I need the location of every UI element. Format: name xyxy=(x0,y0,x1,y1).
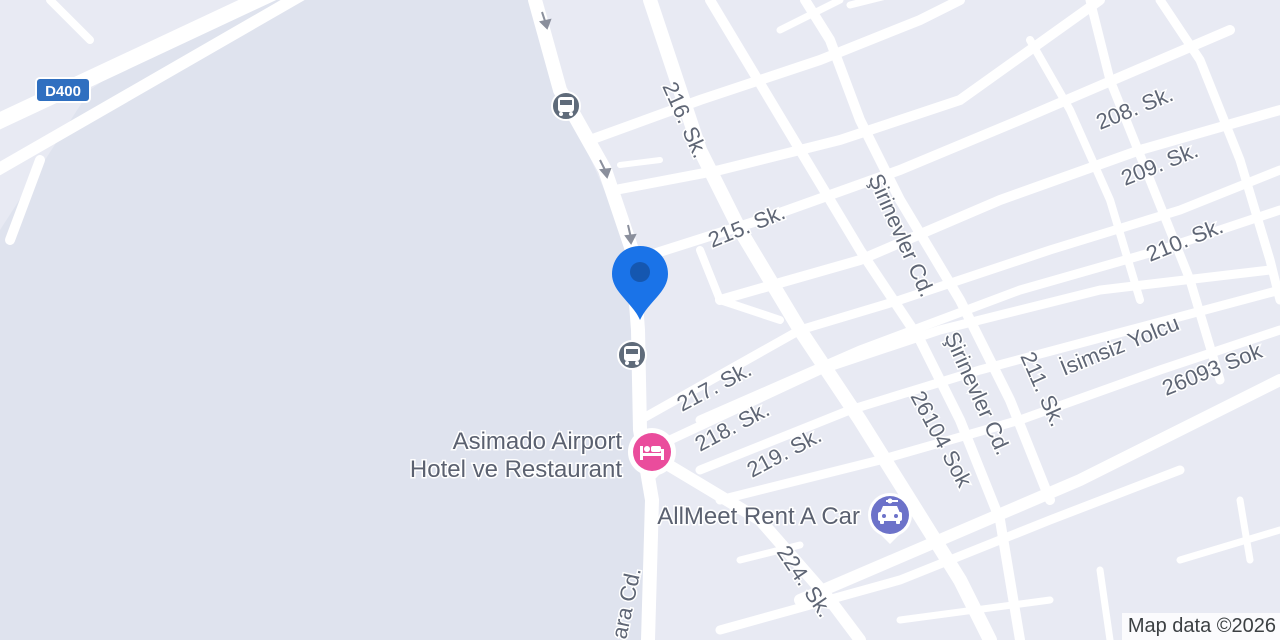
street-label-216: 216. Sk. xyxy=(657,78,713,162)
hotel-name-line1[interactable]: Asimado Airport xyxy=(451,427,624,457)
airport-area xyxy=(0,0,652,640)
hotel-name-line2[interactable]: Hotel ve Restaurant xyxy=(408,455,623,485)
highway-shield-label: D400 xyxy=(45,83,81,100)
street-label-208: 208. Sk. xyxy=(1093,81,1177,134)
bus-stop-icon[interactable] xyxy=(551,91,581,121)
highway-shield-icon: D400 xyxy=(35,77,91,103)
map-canvas[interactable]: D400 216. Sk. 208. Sk. 209. Sk. 215. Sk.… xyxy=(0,0,1280,640)
car-rental-marker[interactable] xyxy=(868,493,912,544)
map-layer: D400 216. Sk. 208. Sk. 209. Sk. 215. Sk.… xyxy=(0,0,1280,640)
map-attribution[interactable]: Map data ©2026 xyxy=(1121,613,1280,640)
bus-stop-icon[interactable] xyxy=(617,340,647,370)
rental-name[interactable]: AllMeet Rent A Car xyxy=(656,502,862,532)
